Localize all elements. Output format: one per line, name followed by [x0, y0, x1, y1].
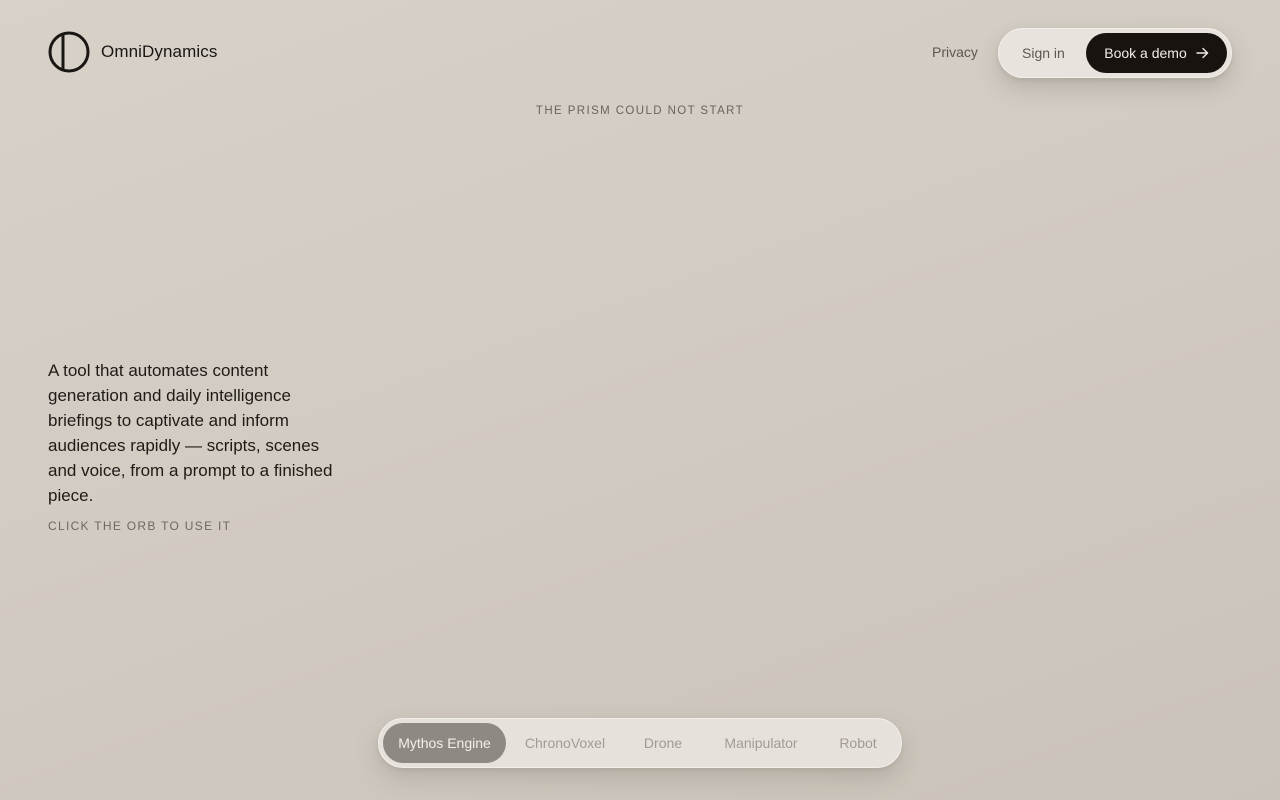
brand-logo-link[interactable]: OmniDynamics — [48, 31, 217, 73]
book-demo-button[interactable]: Book a demo — [1086, 33, 1227, 73]
product-tab-bar: Mythos Engine ChronoVoxel Drone Manipula… — [378, 718, 902, 768]
sign-in-button[interactable]: Sign in — [1022, 44, 1065, 62]
brand-name: OmniDynamics — [101, 42, 218, 61]
arrow-right-icon — [1196, 47, 1208, 59]
book-demo-label: Book a demo — [1104, 45, 1187, 61]
brand-logo-icon — [48, 31, 90, 73]
auth-actions: Sign in Book a demo — [998, 28, 1232, 78]
tab-drone[interactable]: Drone — [624, 723, 702, 763]
status-message: THE PRISM COULD NOT START — [535, 105, 745, 117]
tab-manipulator[interactable]: Manipulator — [706, 723, 816, 763]
hero-tagline: A tool that automates content generation… — [48, 361, 333, 505]
hero-hint: CLICK THE ORB TO USE IT — [48, 519, 232, 533]
tab-robot[interactable]: Robot — [820, 723, 896, 763]
privacy-link[interactable]: Privacy — [932, 44, 978, 61]
tab-mythos-engine[interactable]: Mythos Engine — [383, 723, 506, 763]
tab-chronovoxel[interactable]: ChronoVoxel — [510, 723, 620, 763]
